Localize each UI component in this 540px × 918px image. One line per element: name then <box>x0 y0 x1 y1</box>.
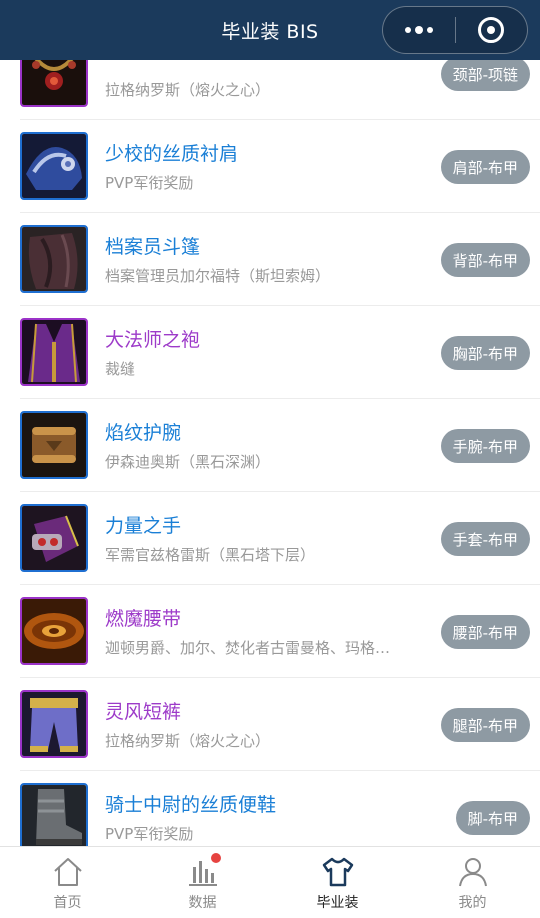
target-icon <box>478 17 505 43</box>
gear-source: PVP军衔奖励 <box>105 825 194 843</box>
slot-badge: 手套-布甲 <box>440 522 530 556</box>
home-icon <box>53 858 82 886</box>
gear-name: 燃魔腰带 <box>105 608 182 630</box>
slot-badge: 腿部-布甲 <box>440 708 530 742</box>
gear-list[interactable]: 拉格纳罗斯（熔火之心） 颈部-项链 少校的丝质衬肩 PVP军衔奖励 肩部-布甲 … <box>0 60 540 846</box>
gear-source: 裁缝 <box>105 360 136 378</box>
gear-item[interactable]: 燃魔腰带 迦顿男爵、加尔、焚化者古雷曼格、玛格… 腰部-布甲 <box>0 585 540 678</box>
slot-badge: 腰部-布甲 <box>440 615 530 649</box>
tab-home[interactable]: 首页 <box>0 847 135 918</box>
gear-name: 档案员斗篷 <box>105 236 201 258</box>
gear-source: 档案管理员加尔福特（斯坦索姆） <box>105 267 331 285</box>
shirt-icon <box>322 857 353 887</box>
more-button[interactable] <box>383 7 455 53</box>
gear-source: 伊森迪奥斯（黑石深渊） <box>105 453 271 471</box>
bracer-icon <box>20 411 88 479</box>
slot-badge: 胸部-布甲 <box>440 336 530 370</box>
nav-bar: 毕业装 BIS <box>0 0 540 60</box>
gear-name: 灵风短裤 <box>105 701 182 723</box>
cloak-icon <box>20 225 88 293</box>
gear-source: 拉格纳罗斯（熔火之心） <box>105 732 271 750</box>
pants-icon <box>20 690 88 758</box>
mini-program-capsule <box>382 6 528 54</box>
tab-mine[interactable]: 我的 <box>405 847 540 918</box>
tab-mine-label: 我的 <box>458 895 487 911</box>
close-button[interactable] <box>456 7 528 53</box>
necklace-icon <box>20 60 88 107</box>
gear-name: 焰纹护腕 <box>105 422 182 444</box>
boots-icon <box>20 783 88 846</box>
tab-bis[interactable]: 毕业装 <box>270 847 405 918</box>
slot-badge: 脚-布甲 <box>455 801 530 835</box>
tab-bis-label: 毕业装 <box>316 895 359 911</box>
gear-name: 力量之手 <box>105 515 182 537</box>
gear-item[interactable]: 大法师之袍 裁缝 胸部-布甲 <box>0 306 540 399</box>
slot-badge: 颈部-项链 <box>440 60 530 91</box>
gloves-icon <box>20 504 88 572</box>
gear-item[interactable]: 档案员斗篷 档案管理员加尔福特（斯坦索姆） 背部-布甲 <box>0 213 540 306</box>
gear-source: 拉格纳罗斯（熔火之心） <box>105 81 271 99</box>
gear-item[interactable]: 焰纹护腕 伊森迪奥斯（黑石深渊） 手腕-布甲 <box>0 399 540 492</box>
gear-source: 迦顿男爵、加尔、焚化者古雷曼格、玛格… <box>105 639 391 657</box>
tab-home-label: 首页 <box>53 895 82 911</box>
belt-icon <box>20 597 88 665</box>
gear-source: 军需官兹格雷斯（黑石塔下层） <box>105 546 316 564</box>
more-icon <box>404 26 433 34</box>
gear-item[interactable]: 力量之手 军需官兹格雷斯（黑石塔下层） 手套-布甲 <box>0 492 540 585</box>
gear-item[interactable]: 骑士中尉的丝质便鞋 PVP军衔奖励 脚-布甲 <box>0 771 540 846</box>
shoulder-icon <box>20 132 88 200</box>
tab-data-label: 数据 <box>188 895 217 911</box>
tab-bar: 首页 数据 毕业装 我的 <box>0 846 540 918</box>
tab-data[interactable]: 数据 <box>135 847 270 918</box>
gear-item[interactable]: 少校的丝质衬肩 PVP军衔奖励 肩部-布甲 <box>0 120 540 213</box>
gear-item[interactable]: 拉格纳罗斯（熔火之心） 颈部-项链 <box>0 60 540 120</box>
robe-icon <box>20 318 88 386</box>
gear-item[interactable]: 灵风短裤 拉格纳罗斯（熔火之心） 腿部-布甲 <box>0 678 540 771</box>
slot-badge: 背部-布甲 <box>440 243 530 277</box>
gear-name: 少校的丝质衬肩 <box>105 143 239 165</box>
user-icon <box>458 858 487 887</box>
notification-dot <box>211 853 221 863</box>
gear-source: PVP军衔奖励 <box>105 174 194 192</box>
page-title: 毕业装 BIS <box>221 20 319 43</box>
gear-name: 骑士中尉的丝质便鞋 <box>105 794 277 816</box>
gear-name: 大法师之袍 <box>105 329 201 351</box>
slot-badge: 肩部-布甲 <box>440 150 530 184</box>
slot-badge: 手腕-布甲 <box>440 429 530 463</box>
